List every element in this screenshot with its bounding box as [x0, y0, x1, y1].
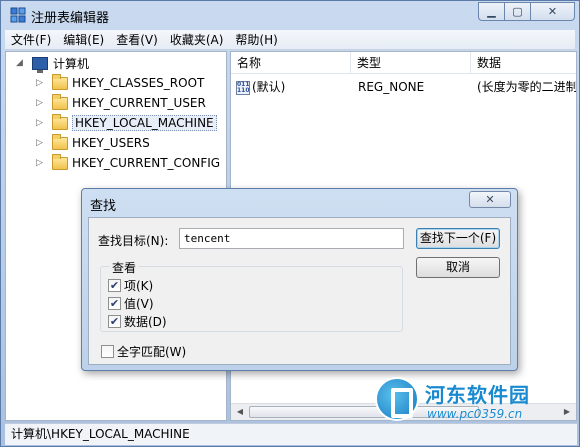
minimize-button[interactable]: ▁	[478, 2, 505, 21]
maximize-icon: ▢	[512, 5, 523, 18]
tree-item-hku[interactable]: ▷ HKEY_USERS	[36, 133, 150, 152]
menu-favorites[interactable]: 收藏夹(A)	[170, 31, 224, 48]
tree-item-label-selected: HKEY_LOCAL_MACHINE	[72, 115, 217, 131]
dialog-title: 查找	[90, 199, 117, 214]
binary-value-icon: 011 110	[236, 80, 250, 95]
tree-item-label: HKEY_CLASSES_ROOT	[72, 76, 205, 90]
option-label: 全字匹配(W)	[117, 344, 187, 359]
tree-item-hklm[interactable]: ▷ HKEY_LOCAL_MACHINE	[36, 113, 217, 132]
tree-item-label: HKEY_USERS	[72, 136, 150, 150]
option-data[interactable]: ✔ 数据(D)	[108, 313, 167, 329]
list-item[interactable]: 011 110 (默认) REG_NONE (长度为零的二进制	[231, 78, 576, 96]
menu-bar: 文件(F) 编辑(E) 查看(V) 收藏夹(A) 帮助(H)	[5, 30, 575, 50]
tree-item-hkcu[interactable]: ▷ HKEY_CURRENT_USER	[36, 93, 206, 112]
close-icon: ✕	[547, 5, 558, 18]
expand-icon[interactable]: ▷	[36, 118, 46, 128]
watermark-logo-icon	[375, 377, 419, 421]
find-dialog: 查找 ✕ 查找目标(N): tencent 查找下一个(F) 取消 查看 ✔ 项…	[81, 188, 518, 371]
expand-icon[interactable]: ▷	[36, 78, 46, 88]
group-title: 查看	[109, 259, 140, 276]
cancel-button[interactable]: 取消	[416, 257, 500, 278]
value-name: (默认)	[252, 80, 286, 94]
expand-icon[interactable]: ▷	[36, 138, 46, 148]
find-label: 查找目标(N):	[98, 234, 169, 248]
menu-view[interactable]: 查看(V)	[116, 31, 158, 48]
value-type: REG_NONE	[358, 80, 425, 94]
tree-item-label: HKEY_CURRENT_CONFIG	[72, 156, 221, 170]
close-button[interactable]: ✕	[531, 2, 575, 21]
tree-item-computer[interactable]: ◢ 计算机	[16, 54, 90, 73]
title-bar: 注册表编辑器 ▁ ▢ ✕	[1, 1, 579, 29]
match-whole-string[interactable]: 全字匹配(W)	[101, 343, 186, 359]
regedit-app-icon	[10, 7, 26, 23]
list-header: 名称 类型 数据	[231, 52, 576, 74]
menu-edit[interactable]: 编辑(E)	[63, 31, 104, 48]
option-label: 项(K)	[124, 278, 154, 293]
expand-icon[interactable]: ▷	[36, 98, 46, 108]
dialog-close-button[interactable]: ✕	[469, 191, 511, 208]
expand-icon[interactable]: ▷	[36, 158, 46, 168]
folder-icon	[52, 73, 68, 90]
option-keys[interactable]: ✔ 项(K)	[108, 277, 153, 293]
tree-item-hkcc[interactable]: ▷ HKEY_CURRENT_CONFIG	[36, 153, 221, 172]
find-next-button[interactable]: 查找下一个(F)	[416, 228, 500, 249]
folder-icon	[52, 133, 68, 150]
computer-icon	[32, 56, 48, 73]
checkbox-checked-icon[interactable]: ✔	[108, 296, 121, 310]
folder-icon	[52, 113, 68, 130]
folder-icon	[52, 153, 68, 170]
maximize-button[interactable]: ▢	[505, 2, 531, 21]
window-controls: ▁ ▢ ✕	[478, 2, 575, 22]
menu-help[interactable]: 帮助(H)	[235, 31, 277, 48]
tree-item-hkcr[interactable]: ▷ HKEY_CLASSES_ROOT	[36, 73, 205, 92]
checkbox-unchecked-icon[interactable]	[101, 344, 114, 358]
watermark-name: 河东软件园	[425, 383, 530, 407]
dialog-body: 查找目标(N): tencent 查找下一个(F) 取消 查看 ✔ 项(K) ✔…	[88, 217, 511, 365]
value-data: (长度为零的二进制	[477, 80, 577, 94]
column-header-name[interactable]: 名称	[231, 52, 351, 74]
checkbox-checked-icon[interactable]: ✔	[108, 278, 121, 292]
column-header-type[interactable]: 类型	[351, 52, 471, 74]
tree-item-label: 计算机	[53, 56, 90, 71]
column-header-data[interactable]: 数据	[471, 52, 576, 74]
window-title: 注册表编辑器	[31, 11, 110, 26]
option-label: 数据(D)	[124, 314, 167, 329]
registry-editor-window: 注册表编辑器 ▁ ▢ ✕ 文件(F) 编辑(E) 查看(V) 收藏夹(A) 帮助…	[0, 0, 580, 447]
close-icon: ✕	[485, 193, 495, 206]
find-input[interactable]: tencent	[179, 228, 404, 249]
cell-name: 011 110 (默认)	[236, 78, 285, 96]
watermark: 河东软件园 www.pc0359.cn	[373, 377, 577, 425]
look-at-group: 查看 ✔ 项(K) ✔ 值(V) ✔ 数据(D)	[100, 259, 403, 332]
folder-icon	[52, 93, 68, 110]
menu-file[interactable]: 文件(F)	[11, 31, 51, 48]
minimize-icon: ▁	[487, 5, 496, 18]
checkbox-checked-icon[interactable]: ✔	[108, 314, 121, 328]
scroll-left-icon[interactable]: ◀	[233, 406, 247, 418]
watermark-url: www.pc0359.cn	[427, 407, 523, 421]
option-label: 值(V)	[124, 296, 154, 311]
option-values[interactable]: ✔ 值(V)	[108, 295, 154, 311]
status-bar: 计算机\HKEY_LOCAL_MACHINE	[5, 423, 577, 445]
collapse-icon[interactable]: ◢	[16, 58, 26, 68]
tree-item-label: HKEY_CURRENT_USER	[72, 96, 206, 110]
